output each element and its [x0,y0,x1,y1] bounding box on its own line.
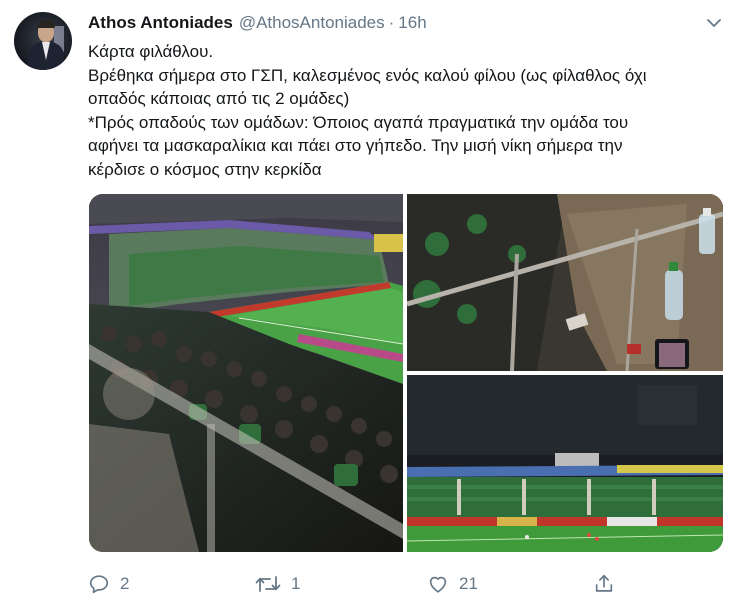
reply-button[interactable]: 2 [88,570,129,598]
retweet-button[interactable]: 1 [255,570,300,598]
share-button[interactable] [593,570,615,598]
tweet-text: Κάρτα φιλάθλου. Βρέθηκα σήμερα στο ΓΣΠ, … [88,40,728,181]
tweet-actions: 2 1 21 [88,570,728,598]
tweet-line: Βρέθηκα σήμερα στο ΓΣΠ, καλεσμένος ενός … [88,65,647,85]
author-handle[interactable]: @AthosAntoniades [239,13,385,33]
tweet-line: Κάρτα φιλάθλου. [88,42,214,61]
retweet-icon [255,576,281,592]
timestamp[interactable]: 16h [398,13,426,33]
tweet-card[interactable]: Athos Antoniades @AthosAntoniades · 16h … [0,0,747,610]
chevron-down-icon[interactable] [705,14,723,32]
like-icon [429,576,447,593]
tweet-header: Athos Antoniades @AthosAntoniades · 16h [88,13,427,35]
media-grid [89,194,723,552]
photo-stadium-night[interactable] [407,375,723,552]
retweet-count: 1 [291,574,301,593]
tweet-line: οπαδός κάποιας από τις 2 ομάδες) [88,89,350,108]
reply-count: 2 [120,574,130,593]
like-button[interactable]: 21 [427,570,478,598]
separator: · [388,13,395,32]
photo-stadium-stands[interactable] [89,194,403,552]
tweet-line: *Πρός οπαδούς των ομάδων: Όποιος αγαπά π… [88,112,629,132]
like-count: 21 [459,574,478,593]
tweet-line: αφήνει τα μασκαραλίκια και πάει στο γήπε… [88,136,623,155]
avatar[interactable] [14,12,72,70]
author-name[interactable]: Athos Antoniades [88,13,233,33]
photo-vip-box[interactable] [407,194,723,371]
tweet-line: κέρδισε ο κόσμος στην κερκίδα [88,159,322,179]
share-icon [595,574,613,592]
reply-icon [89,575,109,594]
